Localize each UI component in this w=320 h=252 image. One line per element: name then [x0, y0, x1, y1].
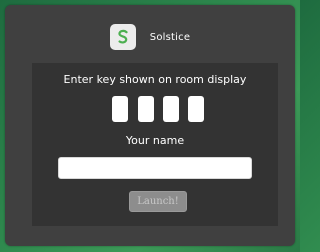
key-code-inputs	[112, 96, 205, 124]
brand-name: Solstice	[149, 31, 191, 43]
key-digit-1-input[interactable]	[112, 96, 128, 122]
key-prompt: Enter key shown on room display	[63, 73, 247, 86]
launch-button[interactable]: Launch!	[129, 191, 187, 212]
key-entry-form: Enter key shown on room display Your nam…	[32, 63, 278, 226]
launch-dialog: Solstice Enter key shown on room display…	[5, 5, 295, 246]
key-digit-3-input[interactable]	[163, 96, 179, 122]
key-digit-4-input[interactable]	[188, 96, 204, 122]
solstice-logo-icon	[109, 24, 136, 50]
brand-header: Solstice	[5, 24, 295, 50]
name-input[interactable]	[58, 157, 252, 179]
name-label: Your name	[125, 134, 185, 147]
key-digit-2-input[interactable]	[138, 96, 154, 122]
